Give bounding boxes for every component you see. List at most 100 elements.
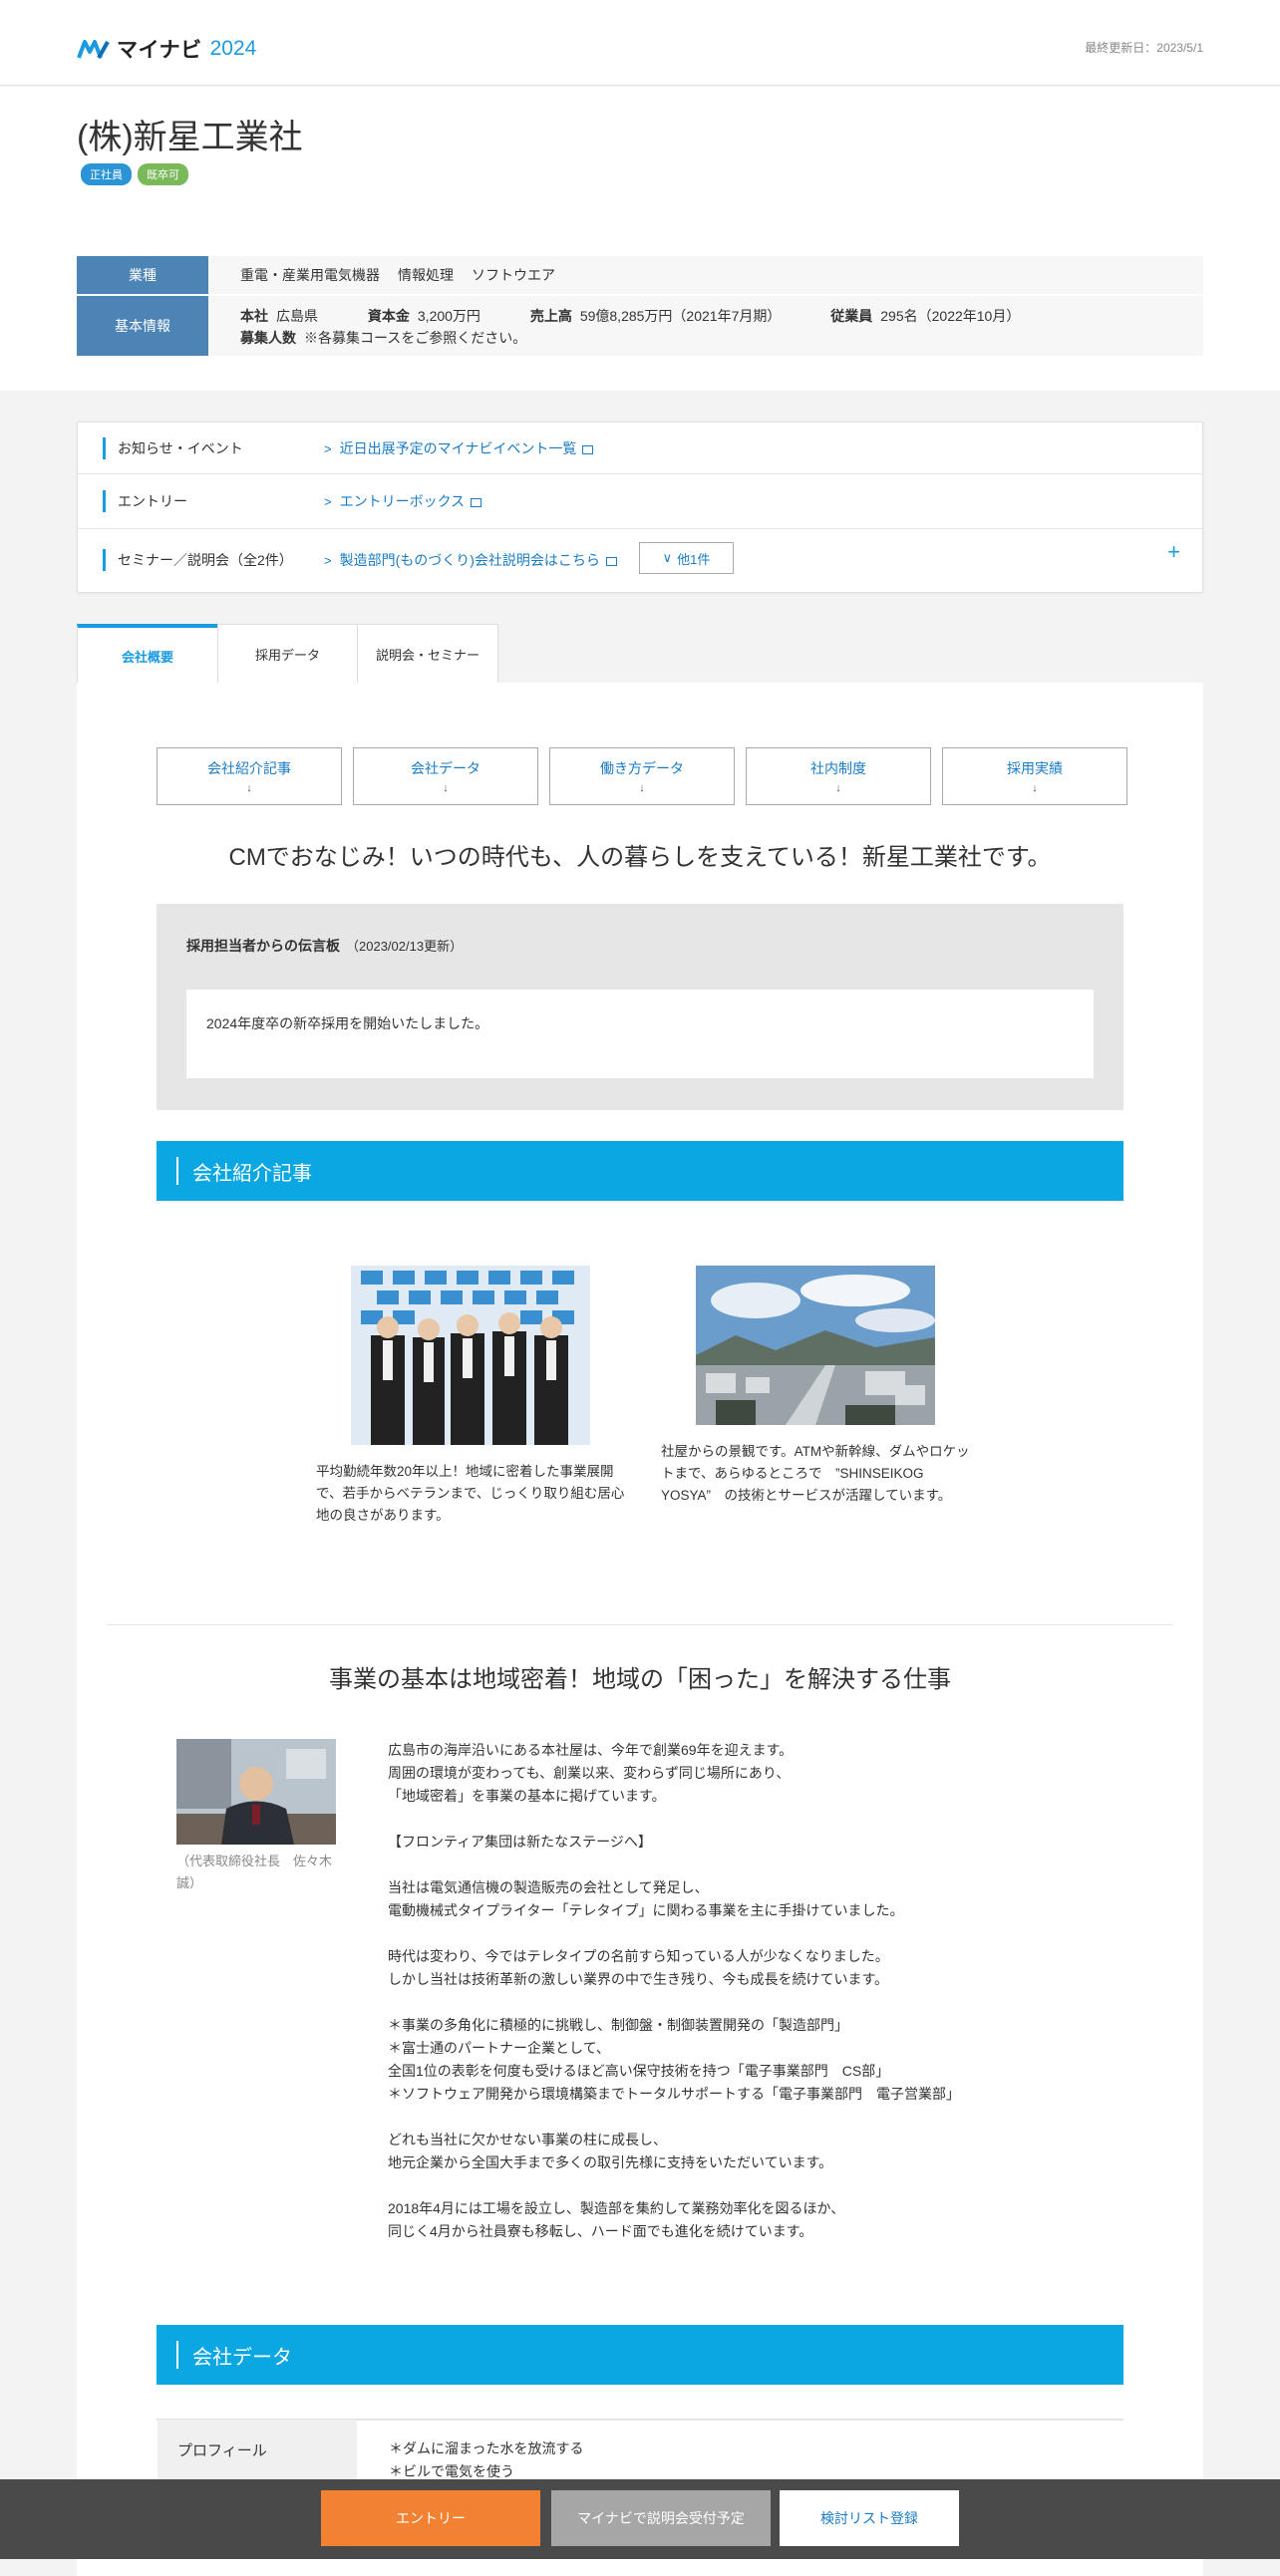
external-link-icon [605, 556, 617, 566]
nav-company-data[interactable]: 会社データ ↓ [353, 747, 538, 805]
business-heading: 事業の基本は地域密着！地域の「困った」を解決する仕事 [329, 1666, 951, 1693]
seminar-scheduled-button[interactable]: マイナビで説明会受付予定 [551, 2490, 771, 2546]
company-name: (株)新星工業社 [77, 119, 303, 156]
sales-label: 売上高 [529, 308, 572, 324]
quick-links-box: お知らせ・イベント > 近日出展予定のマイナビイベント一覧 エントリー > エントリ… [77, 422, 1203, 593]
capital-label: 資本金 [367, 308, 410, 324]
badge-fulltime: 正社員 [81, 163, 132, 185]
industry-item: 重電・産業用電気機器 [240, 267, 380, 283]
recruit-value: ※各募集コースをご参照ください。 [304, 330, 527, 346]
arrow-down-icon: ↓ [835, 782, 841, 794]
logo-year: 2024 [209, 37, 257, 60]
seminar-link-text[interactable]: 製造部門(ものづくり)会社説明会はこちら [340, 552, 600, 568]
article-caption: 平均勤続年数20年以上！地域に密着した事業展開で、若手からベテランまで、じっくり… [316, 1464, 625, 1523]
logo-text: マイナビ [117, 39, 202, 62]
tab-recruit-data[interactable]: 採用データ [217, 624, 358, 683]
mynavi-logo-icon [77, 40, 110, 59]
chevron-right-icon: > [324, 494, 332, 509]
business-description: 広島市の海岸沿いにある本社屋は、今年で創業69年を迎えます。 周囲の環境が変わっ… [388, 1742, 960, 2239]
capital-value: 3,200万円 [417, 308, 480, 324]
bottom-action-bar: エントリー マイナビで説明会受付予定 検討リスト登録 [0, 2479, 1280, 2559]
chevron-down-icon: ∨ [662, 550, 673, 565]
office-view-photo[interactable] [696, 1266, 935, 1425]
more-seminars-label: 他1件 [677, 551, 711, 567]
expand-plus-icon[interactable]: + [1167, 539, 1180, 565]
recruiter-message-board: 採用担当者からの伝言板 （2023/02/13更新） 2024年度卒の新卒採用を開… [157, 904, 1123, 1110]
news-row: お知らせ・イベント > 近日出展予定のマイナビイベント一覧 [78, 423, 1202, 474]
president-photo-graphic [176, 1739, 336, 1845]
entry-row: エントリー > エントリーボックス [78, 474, 1202, 529]
nav-label: 会社データ [411, 760, 480, 776]
profile-value: ＊ダムに溜まった水を放流する ＊ビルで電気を使う [389, 2440, 584, 2479]
hq-label: 本社 [240, 308, 268, 324]
industry-item: 情報処理 [398, 267, 454, 283]
external-link-icon [471, 497, 482, 507]
office-view-graphic [696, 1266, 935, 1425]
news-link[interactable]: > 近日出展予定のマイナビイベント一覧 [324, 437, 594, 460]
industry-item: ソフトウエア [472, 267, 555, 283]
nav-internal-systems[interactable]: 社内制度 ↓ [746, 747, 931, 805]
company-data-table: プロフィール ＊ダムに溜まった水を放流する ＊ビルで電気を使う [157, 2419, 1123, 2559]
tab-company-overview[interactable]: 会社概要 [77, 624, 218, 684]
external-link-icon [582, 444, 594, 454]
seminar-row: セミナー／説明会（全2件） > 製造部門(ものづくり)会社説明会はこちら ∨ 他1件… [78, 529, 1202, 593]
industry-label: 業種 [77, 256, 208, 294]
catch-copy: CMでおなじみ！いつの時代も、人の暮らしを支えている！新星工業社です。 [228, 844, 1052, 871]
content-tabs: 会社概要 採用データ 説明会・セミナー [77, 624, 498, 684]
nav-label: 会社紹介記事 [207, 760, 291, 776]
arrow-down-icon: ↓ [1032, 782, 1038, 794]
employees-value: 295名（2022年10月） [880, 308, 1021, 324]
president-block: （代表取締役社長 佐々木誠） [176, 1739, 336, 1894]
employment-badges: 正社員 既卒可 [81, 163, 188, 185]
seminar-label: セミナー／説明会（全2件） [103, 549, 293, 571]
chevron-right-icon: > [324, 553, 332, 568]
arrow-down-icon: ↓ [443, 782, 449, 794]
nav-label: 社内制度 [810, 760, 866, 776]
nav-intro-articles[interactable]: 会社紹介記事 ↓ [157, 747, 342, 805]
article-card[interactable]: 社屋からの景観です。ATMや新幹線、ダムやロケットまで、あらゆるところで ”SH… [661, 1266, 970, 1507]
sales-value: 59億8,285万円（2021年7月期） [579, 308, 782, 324]
hq-value: 広島県 [276, 308, 318, 324]
news-label: お知らせ・イベント [103, 437, 243, 459]
tab-content: 会社紹介記事 ↓ 会社データ ↓ 働き方データ ↓ 社内制度 ↓ 採用実績 ↓ CMでおな… [77, 683, 1203, 2576]
nav-hiring-results[interactable]: 採用実績 ↓ [942, 747, 1127, 805]
basic-info-label: 基本情報 [77, 296, 208, 356]
recruit-label: 募集人数 [240, 330, 296, 346]
arrow-down-icon: ↓ [639, 782, 645, 794]
tab-seminars[interactable]: 説明会・セミナー [357, 624, 498, 683]
staff-group-photo[interactable] [351, 1266, 590, 1445]
section-nav: 会社紹介記事 ↓ 会社データ ↓ 働き方データ ↓ 社内制度 ↓ 採用実績 ↓ [157, 747, 1127, 805]
arrow-down-icon: ↓ [246, 782, 252, 794]
site-header: マイナビ 2024 最終更新日：2023/5/1 [0, 0, 1280, 86]
nav-workstyle-data[interactable]: 働き方データ ↓ [549, 747, 735, 805]
section-heading-company-data: 会社データ [157, 2325, 1123, 2385]
chevron-right-icon: > [324, 441, 332, 456]
nav-label: 働き方データ [600, 760, 684, 776]
industry-values: 重電・産業用電気機器 情報処理 ソフトウエア [208, 256, 1203, 294]
more-seminars-button[interactable]: ∨ 他1件 [639, 542, 734, 574]
entry-link-text[interactable]: エントリーボックス [340, 493, 466, 509]
mynavi-logo[interactable]: マイナビ 2024 [77, 34, 256, 64]
news-link-text[interactable]: 近日出展予定のマイナビイベント一覧 [340, 440, 577, 456]
article-caption: 社屋からの景観です。ATMや新幹線、ダムやロケットまで、あらゆるところで ”SH… [661, 1444, 970, 1503]
nav-label: 採用実績 [1007, 760, 1063, 776]
entry-label: エントリー [103, 490, 187, 512]
staff-photo-graphic [351, 1266, 590, 1445]
message-title: 採用担当者からの伝言板 [186, 938, 340, 954]
entry-box-link[interactable]: > エントリーボックス [324, 490, 482, 513]
section-divider [107, 1624, 1173, 1625]
president-photo [176, 1739, 336, 1845]
badge-graduates-ok: 既卒可 [138, 163, 188, 185]
add-to-list-button[interactable]: 検討リスト登録 [780, 2490, 959, 2546]
last-updated: 最終更新日：2023/5/1 [1085, 41, 1203, 55]
seminar-link[interactable]: > 製造部門(ものづくり)会社説明会はこちら [324, 549, 617, 572]
president-caption: （代表取締役社長 佐々木誠） [176, 1854, 333, 1890]
article-card[interactable]: 平均勤続年数20年以上！地域に密着した事業展開で、若手からベテランまで、じっくり… [316, 1266, 625, 1527]
message-body: 2024年度卒の新卒採用を開始いたしました。 [186, 990, 1094, 1078]
company-summary: (株)新星工業社 正社員 既卒可 業種 重電・産業用電気機器 情報処理 ソフトウ… [0, 87, 1280, 391]
employees-label: 従業員 [830, 308, 873, 324]
section-heading-intro: 会社紹介記事 [157, 1141, 1123, 1201]
message-date: （2023/02/13更新） [346, 939, 464, 954]
entry-button[interactable]: エントリー [321, 2490, 540, 2546]
basic-info-values: 本社 広島県 資本金 3,200万円 売上高 59億8,285万円（2021年7月期）… [208, 296, 1203, 356]
